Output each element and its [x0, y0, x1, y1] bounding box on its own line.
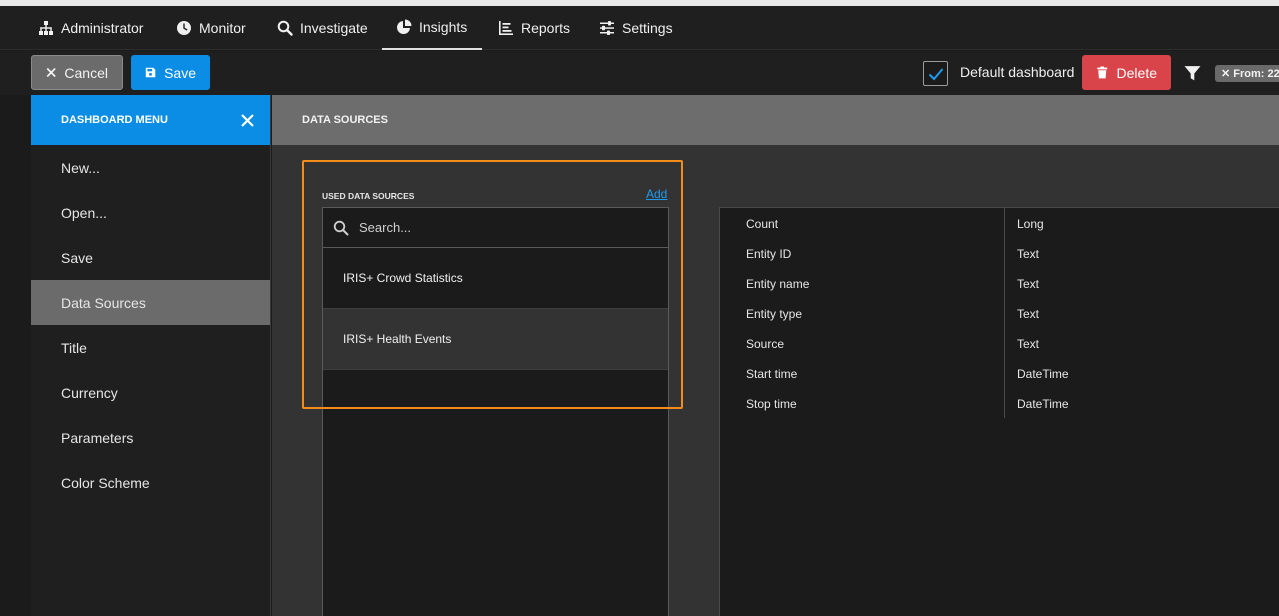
sidebar-item-color-scheme[interactable]: Color Scheme	[31, 460, 270, 505]
nav-settings[interactable]: Settings	[599, 6, 673, 50]
data-source-item-health-events[interactable]: IRIS+ Health Events	[323, 309, 668, 370]
page-title: DATA SOURCES	[302, 114, 388, 126]
date-range-filter-chip[interactable]: ✕ From: 22	[1215, 65, 1279, 82]
field-type: DateTime	[1017, 397, 1069, 411]
sitemap-icon	[39, 21, 53, 35]
save-button[interactable]: Save	[131, 55, 210, 90]
field-name: Count	[746, 217, 779, 231]
save-label: Save	[164, 64, 196, 81]
field-type: Text	[1017, 307, 1040, 321]
nav-label: Investigate	[300, 20, 368, 36]
table-row: Entity ID Text	[720, 238, 1279, 268]
table-row: Stop time DateTime	[720, 388, 1279, 418]
delete-button[interactable]: Delete	[1082, 55, 1171, 90]
table-row: Entity type Text	[720, 298, 1279, 328]
nav-administrator[interactable]: Administrator	[38, 6, 143, 50]
checkmark-icon	[928, 67, 943, 80]
default-dashboard-label: Default dashboard	[960, 64, 1075, 80]
cancel-button[interactable]: Cancel	[31, 55, 123, 90]
field-type: Text	[1017, 277, 1040, 291]
sidebar-item-title[interactable]: Title	[31, 325, 270, 370]
nav-label: Administrator	[61, 20, 144, 36]
data-source-list: IRIS+ Crowd Statistics IRIS+ Health Even…	[322, 207, 669, 616]
bar-chart-icon	[499, 21, 513, 35]
default-dashboard-checkbox[interactable]	[923, 61, 948, 86]
trash-icon	[1097, 66, 1108, 79]
nav-reports[interactable]: Reports	[498, 6, 570, 50]
field-name: Entity type	[746, 307, 803, 321]
delete-label: Delete	[1116, 64, 1157, 81]
sidebar-item-new[interactable]: New...	[31, 145, 270, 190]
search-icon	[277, 20, 293, 36]
nav-monitor[interactable]: Monitor	[176, 6, 246, 50]
sidebar-item-parameters[interactable]: Parameters	[31, 415, 270, 460]
used-data-sources-label: USED DATA SOURCES	[322, 191, 415, 201]
field-name: Source	[746, 337, 785, 351]
dashboard-toolbar: Cancel Save Default dashboard Delete ✕ F…	[0, 51, 1279, 95]
field-name: Entity ID	[746, 247, 792, 261]
pie-chart-icon	[397, 19, 412, 34]
table-row: Source Text	[720, 328, 1279, 358]
search-icon	[333, 220, 349, 235]
close-icon[interactable]	[241, 114, 254, 127]
top-nav: Administrator Monitor Investigate Insigh…	[0, 6, 1279, 50]
data-source-search	[323, 208, 668, 248]
sidebar-item-save[interactable]: Save	[31, 235, 270, 280]
floppy-disk-icon	[145, 67, 156, 78]
nav-investigate[interactable]: Investigate	[277, 6, 368, 50]
field-type: Long	[1017, 217, 1044, 231]
sidebar-item-currency[interactable]: Currency	[31, 370, 270, 415]
table-row: Start time DateTime	[720, 358, 1279, 388]
search-input[interactable]	[359, 220, 639, 235]
sidebar-item-data-sources[interactable]: Data Sources	[31, 280, 270, 325]
field-type: Text	[1017, 337, 1040, 351]
field-name: Start time	[746, 367, 798, 381]
add-data-source-link[interactable]: Add	[646, 187, 667, 201]
nav-label: Insights	[419, 19, 468, 35]
field-name: Stop time	[746, 397, 797, 411]
nav-insights[interactable]: Insights	[382, 6, 482, 50]
cancel-label: Cancel	[64, 64, 108, 81]
data-sources-header: DATA SOURCES	[272, 95, 1279, 145]
field-type: DateTime	[1017, 367, 1069, 381]
clock-icon	[177, 21, 191, 35]
field-name: Entity name	[746, 277, 810, 291]
dashboard-menu: DASHBOARD MENU New... Open... Save Data …	[31, 95, 271, 616]
data-source-fields-table: Count Long Entity ID Text Entity name Te…	[719, 207, 1279, 616]
table-row: Entity name Text	[720, 268, 1279, 298]
nav-label: Monitor	[199, 20, 246, 36]
sliders-icon	[600, 21, 614, 35]
dashboard-menu-header: DASHBOARD MENU	[31, 95, 270, 145]
nav-label: Settings	[622, 20, 673, 36]
filter-icon[interactable]	[1184, 65, 1201, 82]
table-row: Count Long	[720, 208, 1279, 238]
sidebar-item-open[interactable]: Open...	[31, 190, 270, 235]
nav-label: Reports	[521, 20, 571, 36]
close-icon	[46, 68, 56, 77]
dashboard-menu-title: DASHBOARD MENU	[61, 114, 168, 126]
field-type: Text	[1017, 247, 1040, 261]
data-source-item-crowd-statistics[interactable]: IRIS+ Crowd Statistics	[323, 248, 668, 309]
